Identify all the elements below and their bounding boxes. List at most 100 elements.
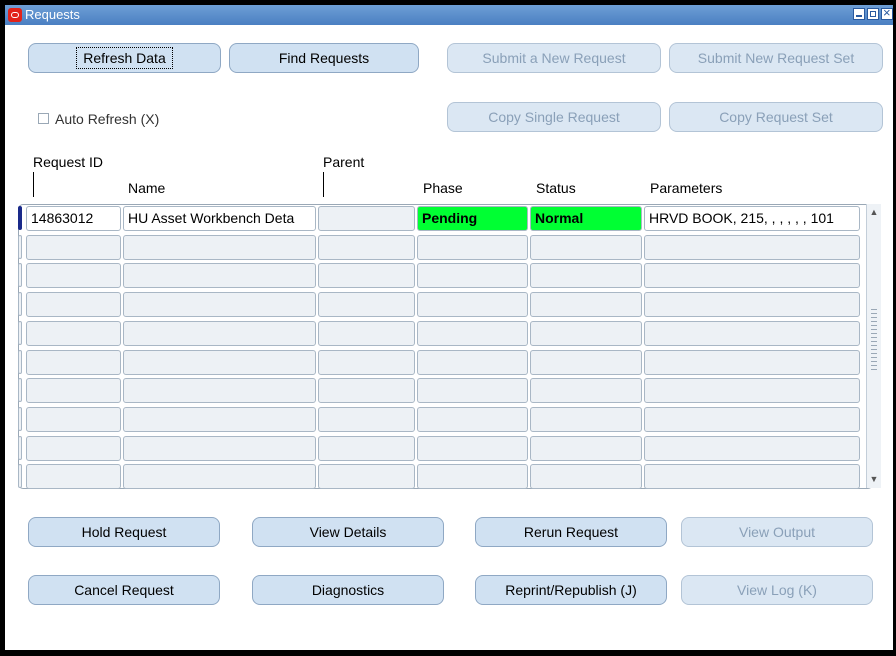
cell-phase[interactable] — [417, 407, 528, 432]
row-selector[interactable] — [18, 378, 22, 402]
row-selector[interactable] — [18, 321, 22, 345]
cell-parent[interactable] — [318, 407, 415, 432]
cell-phase[interactable] — [417, 436, 528, 461]
cell-name[interactable] — [123, 436, 316, 461]
cell-parent[interactable] — [318, 436, 415, 461]
cell-request-id[interactable] — [26, 292, 121, 317]
cell-phase[interactable] — [417, 292, 528, 317]
cell-request-id[interactable] — [26, 350, 121, 375]
row-selector[interactable] — [18, 263, 22, 287]
row-selector[interactable] — [18, 407, 22, 431]
title-bar: Requests — [5, 5, 893, 25]
cell-status[interactable] — [530, 407, 642, 432]
cell-request-id[interactable] — [26, 378, 121, 403]
cell-phase[interactable] — [417, 350, 528, 375]
submit-new-request-button[interactable]: Submit a New Request — [447, 43, 661, 73]
cell-name[interactable] — [123, 292, 316, 317]
cell-name[interactable] — [123, 321, 316, 346]
cell-parameters[interactable]: HRVD BOOK, 215, , , , , , 101 — [644, 206, 860, 231]
cell-request-id[interactable] — [26, 235, 121, 260]
cancel-request-button[interactable]: Cancel Request — [28, 575, 220, 605]
cell-request-id[interactable] — [26, 321, 121, 346]
cell-status[interactable] — [530, 464, 642, 489]
cell-name[interactable] — [123, 407, 316, 432]
view-output-button[interactable]: View Output — [681, 517, 873, 547]
auto-refresh-checkbox[interactable] — [38, 113, 49, 124]
view-details-button[interactable]: View Details — [252, 517, 444, 547]
cell-name[interactable] — [123, 378, 316, 403]
row-selector[interactable] — [18, 436, 22, 460]
minimize-icon[interactable] — [853, 8, 865, 20]
cell-parameters[interactable] — [644, 350, 860, 375]
cell-parent[interactable] — [318, 464, 415, 489]
cell-name[interactable] — [123, 464, 316, 489]
cell-parent[interactable] — [318, 235, 415, 260]
cell-parent[interactable] — [318, 292, 415, 317]
reprint-republish-button[interactable]: Reprint/Republish (J) — [475, 575, 667, 605]
cell-phase[interactable]: Pending — [417, 206, 528, 231]
cell-status[interactable] — [530, 263, 642, 288]
col-header-parameters: Parameters — [650, 180, 723, 196]
oracle-logo-icon — [8, 8, 22, 22]
submit-new-request-set-button[interactable]: Submit New Request Set — [669, 43, 883, 73]
window-title: Requests — [25, 7, 80, 22]
cell-phase[interactable] — [417, 235, 528, 260]
cell-status[interactable] — [530, 235, 642, 260]
col-header-parent: Parent — [323, 154, 365, 170]
cell-parameters[interactable] — [644, 263, 860, 288]
cell-status[interactable] — [530, 321, 642, 346]
col-header-name: Name — [128, 180, 166, 196]
cell-parameters[interactable] — [644, 321, 860, 346]
row-selector[interactable] — [18, 350, 22, 374]
maximize-icon[interactable] — [867, 8, 879, 20]
hold-request-button[interactable]: Hold Request — [28, 517, 220, 547]
cell-status[interactable]: Normal — [530, 206, 642, 231]
row-selector[interactable] — [18, 464, 22, 488]
cell-request-id[interactable] — [26, 436, 121, 461]
copy-request-set-button[interactable]: Copy Request Set — [669, 102, 883, 132]
cell-parameters[interactable] — [644, 464, 860, 489]
rerun-request-button[interactable]: Rerun Request — [475, 517, 667, 547]
refresh-data-button[interactable]: Refresh Data — [28, 43, 221, 73]
row-selector[interactable] — [18, 292, 22, 316]
cell-status[interactable] — [530, 436, 642, 461]
cell-parent[interactable] — [318, 263, 415, 288]
close-icon[interactable] — [881, 5, 893, 20]
scroll-up-icon[interactable]: ▲ — [869, 206, 879, 218]
cell-name[interactable]: HU Asset Workbench Deta — [123, 206, 316, 231]
cell-status[interactable] — [530, 292, 642, 317]
copy-single-request-button[interactable]: Copy Single Request — [447, 102, 661, 132]
cell-request-id[interactable] — [26, 464, 121, 489]
header-divider — [323, 172, 324, 197]
row-selector[interactable] — [18, 235, 22, 259]
cell-parameters[interactable] — [644, 407, 860, 432]
cell-parent[interactable] — [318, 321, 415, 346]
cell-name[interactable] — [123, 235, 316, 260]
cell-status[interactable] — [530, 350, 642, 375]
vertical-scrollbar[interactable]: ▲ ▼ — [866, 204, 881, 488]
cell-name[interactable] — [123, 350, 316, 375]
cell-request-id[interactable] — [26, 263, 121, 288]
cell-phase[interactable] — [417, 263, 528, 288]
scroll-down-icon[interactable]: ▼ — [869, 473, 879, 485]
cell-parent[interactable] — [318, 206, 415, 231]
diagnostics-button[interactable]: Diagnostics — [252, 575, 444, 605]
cell-parameters[interactable] — [644, 235, 860, 260]
cell-phase[interactable] — [417, 464, 528, 489]
cell-parent[interactable] — [318, 350, 415, 375]
find-requests-button[interactable]: Find Requests — [229, 43, 419, 73]
cell-phase[interactable] — [417, 378, 528, 403]
cell-parent[interactable] — [318, 378, 415, 403]
scroll-grip[interactable] — [871, 309, 877, 373]
cell-request-id[interactable] — [26, 407, 121, 432]
cell-parameters[interactable] — [644, 378, 860, 403]
cell-parameters[interactable] — [644, 292, 860, 317]
cell-phase[interactable] — [417, 321, 528, 346]
requests-window: Requests Refresh Data Find Requests Subm… — [5, 5, 893, 650]
cell-status[interactable] — [530, 378, 642, 403]
cell-request-id[interactable]: 14863012 — [26, 206, 121, 231]
view-log-button[interactable]: View Log (K) — [681, 575, 873, 605]
cell-parameters[interactable] — [644, 436, 860, 461]
row-selector[interactable] — [18, 206, 22, 230]
cell-name[interactable] — [123, 263, 316, 288]
